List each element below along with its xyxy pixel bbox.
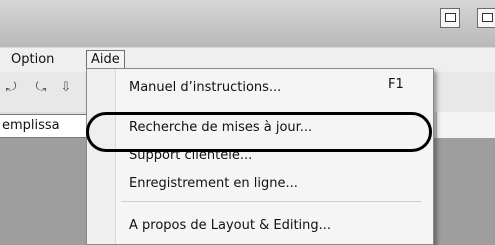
rotate-right-icon[interactable]: ⤿ [33,80,49,96]
menu-separator [121,201,421,202]
monitor-icon [445,13,456,22]
preview-button[interactable] [440,8,460,28]
menu-item-enregistrement-en-ligne[interactable]: Enregistrement en ligne... [129,173,298,195]
text-field[interactable]: emplissa [0,114,87,138]
right-combo-box[interactable] [436,112,495,138]
arrow-icon[interactable]: ⇩ [58,80,74,96]
menu-item-a-propos[interactable]: A propos de Layout & Editing... [129,215,331,237]
menu-item-manuel-shortcut: F1 [388,77,404,92]
grid-button[interactable] [477,8,495,28]
aide-dropdown-menu: Manuel d’instructions... F1 Recherche de… [86,68,434,245]
menu-item-manuel[interactable]: Manuel d’instructions... [129,77,281,99]
window-title-bar [0,0,495,47]
menu-gutter [87,69,116,244]
menu-aide[interactable]: Aide [86,50,125,70]
highlight-ring [86,112,432,152]
grid-icon [482,13,493,22]
menu-option[interactable]: Option [11,51,54,69]
rotate-left-icon[interactable]: ⤾ [3,80,19,96]
